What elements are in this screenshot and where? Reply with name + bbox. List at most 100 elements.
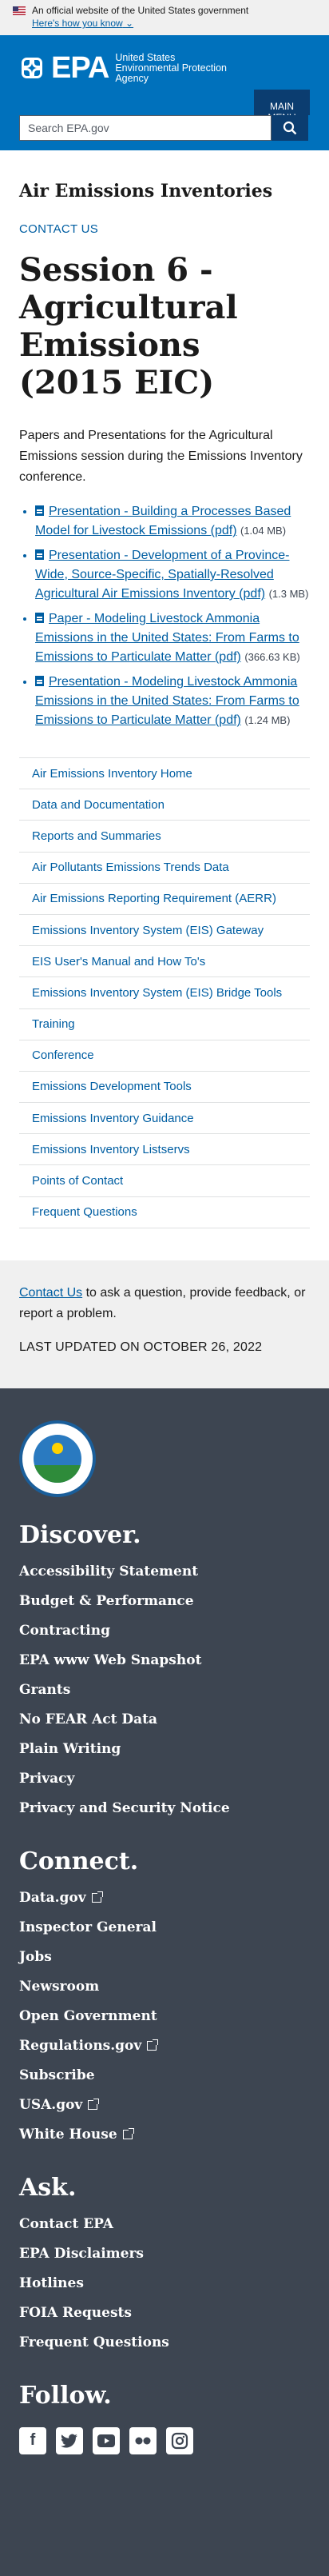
ask-list: Contact EPA EPA Disclaimers Hotlines FOI… bbox=[19, 2210, 310, 2358]
footer-link[interactable]: Contracting bbox=[19, 1616, 310, 1646]
sidenav-link[interactable]: Reports and Summaries bbox=[32, 829, 161, 843]
sidenav-item-dev-tools[interactable]: Emissions Development Tools bbox=[19, 1070, 310, 1102]
last-updated: LAST UPDATED ON OCTOBER 26, 2022 bbox=[19, 1340, 263, 1354]
epa-seal-logo[interactable] bbox=[19, 1420, 96, 1497]
side-navigation: Air Emissions Inventory Home Data and Do… bbox=[19, 757, 310, 1228]
page-title: Session 6 - Agricultural Emissions (2015… bbox=[19, 251, 238, 401]
facebook-icon[interactable]: f bbox=[19, 2426, 46, 2454]
youtube-icon[interactable] bbox=[93, 2426, 120, 2454]
sidenav-link[interactable]: Air Emissions Inventory Home bbox=[32, 767, 192, 781]
footer-link[interactable]: EPA www Web Snapshot bbox=[19, 1646, 310, 1675]
sidenav-item-guidance[interactable]: Emissions Inventory Guidance bbox=[19, 1102, 310, 1133]
footer-link[interactable]: Inspector General bbox=[19, 1913, 310, 1943]
footer-link[interactable]: Subscribe bbox=[19, 2061, 310, 2091]
document-list: Presentation - Building a Processes Base… bbox=[19, 502, 310, 730]
pdf-file-icon bbox=[35, 549, 44, 560]
contact-text: Contact Us to ask a question, provide fe… bbox=[19, 1285, 306, 1320]
external-link-icon bbox=[91, 1891, 103, 1903]
site-title: Air Emissions Inventories bbox=[19, 181, 273, 202]
sidenav-item-listservs[interactable]: Emissions Inventory Listservs bbox=[19, 1133, 310, 1164]
pdf-file-icon bbox=[35, 505, 44, 516]
pdf-file-icon bbox=[35, 613, 44, 623]
footer-link[interactable]: No FEAR Act Data bbox=[19, 1705, 310, 1735]
footer-link[interactable]: White House bbox=[19, 2120, 310, 2150]
sidenav-item-data[interactable]: Data and Documentation bbox=[19, 789, 310, 820]
pdf-file-icon bbox=[35, 676, 44, 686]
sidenav-link[interactable]: Air Pollutants Emissions Trends Data bbox=[32, 861, 229, 874]
footer-link[interactable]: Privacy and Security Notice bbox=[19, 1794, 310, 1823]
sidenav-item-eis-gateway[interactable]: Emissions Inventory System (EIS) Gateway bbox=[19, 913, 310, 945]
footer-link[interactable]: Regulations.gov bbox=[19, 2031, 310, 2061]
follow-heading: Follow. bbox=[19, 2381, 112, 2410]
epa-flower-icon bbox=[19, 55, 46, 82]
sidenav-link[interactable]: Emissions Inventory System (EIS) Gateway bbox=[32, 924, 264, 937]
sidenav-item-trends[interactable]: Air Pollutants Emissions Trends Data bbox=[19, 851, 310, 883]
gov-banner: An official website of the United States… bbox=[0, 0, 329, 35]
discover-heading: Discover. bbox=[19, 1520, 141, 1549]
footer-link[interactable]: Privacy bbox=[19, 1764, 310, 1794]
footer-link[interactable]: Plain Writing bbox=[19, 1735, 310, 1764]
twitter-icon[interactable] bbox=[56, 2426, 83, 2454]
external-link-icon bbox=[122, 2128, 134, 2140]
sidenav-item-reports[interactable]: Reports and Summaries bbox=[19, 820, 310, 851]
social-links: f bbox=[19, 2426, 310, 2454]
sidenav-item-contacts[interactable]: Points of Contact bbox=[19, 1164, 310, 1196]
search-input[interactable] bbox=[19, 115, 272, 141]
sidenav-item-conference[interactable]: Conference bbox=[19, 1039, 310, 1071]
document-link[interactable]: Presentation - Development of a Province… bbox=[35, 549, 289, 601]
intro-text: Papers and Presentations for the Agricul… bbox=[19, 429, 303, 484]
search-button[interactable] bbox=[272, 115, 308, 141]
footer-link[interactable]: Grants bbox=[19, 1675, 310, 1705]
document-item: Paper - Modeling Livestock Ammonia Emiss… bbox=[35, 609, 310, 667]
sidenav-link[interactable]: Emissions Inventory Guidance bbox=[32, 1112, 194, 1125]
sidenav-link[interactable]: Conference bbox=[32, 1048, 94, 1062]
sidenav-link[interactable]: Emissions Inventory System (EIS) Bridge … bbox=[32, 986, 282, 1000]
instagram-icon[interactable] bbox=[166, 2426, 193, 2454]
chevron-down-icon: ⌄ bbox=[125, 18, 134, 29]
search-form bbox=[19, 115, 308, 141]
sidenav-item-eis-manual[interactable]: EIS User's Manual and How To's bbox=[19, 945, 310, 976]
sidenav-link[interactable]: Emissions Inventory Listservs bbox=[32, 1143, 190, 1156]
footer-link[interactable]: EPA Disclaimers bbox=[19, 2239, 310, 2269]
footer-link[interactable]: Newsroom bbox=[19, 1972, 310, 2002]
footer-link[interactable]: Frequent Questions bbox=[19, 2328, 310, 2358]
sidenav-item-bridge-tools[interactable]: Emissions Inventory System (EIS) Bridge … bbox=[19, 976, 310, 1008]
file-size: (1.3 MB) bbox=[268, 588, 309, 600]
footer-link[interactable]: Budget & Performance bbox=[19, 1587, 310, 1616]
file-size: (366.63 KB) bbox=[244, 651, 300, 663]
epa-logo[interactable]: EPA United States Environmental Protecti… bbox=[19, 51, 310, 86]
main-content: Air Emissions Inventories CONTACT US Ses… bbox=[0, 181, 329, 1228]
epa-logo-text: EPA bbox=[51, 51, 109, 85]
sidenav-link[interactable]: Training bbox=[32, 1017, 75, 1031]
sidenav-link[interactable]: Air Emissions Reporting Requirement (AER… bbox=[32, 892, 276, 905]
sidenav-link[interactable]: Points of Contact bbox=[32, 1174, 123, 1188]
sidenav-link[interactable]: Frequent Questions bbox=[32, 1205, 137, 1219]
sidenav-link[interactable]: Emissions Development Tools bbox=[32, 1080, 192, 1093]
flickr-icon[interactable] bbox=[129, 2426, 157, 2454]
site-footer: Discover. Accessibility Statement Budget… bbox=[0, 1388, 329, 2576]
discover-list: Accessibility Statement Budget & Perform… bbox=[19, 1557, 310, 1823]
sidenav-item-training[interactable]: Training bbox=[19, 1008, 310, 1040]
footer-link[interactable]: Hotlines bbox=[19, 2269, 310, 2298]
us-flag-icon bbox=[13, 6, 26, 15]
footer-link[interactable]: Contact EPA bbox=[19, 2210, 310, 2239]
footer-link[interactable]: Accessibility Statement bbox=[19, 1557, 310, 1587]
ask-heading: Ask. bbox=[19, 2173, 77, 2202]
sidenav-item-faq[interactable]: Frequent Questions bbox=[19, 1196, 310, 1228]
footer-link[interactable]: Open Government bbox=[19, 2002, 310, 2031]
footer-link[interactable]: FOIA Requests bbox=[19, 2298, 310, 2328]
search-icon bbox=[283, 121, 297, 135]
footer-link[interactable]: USA.gov bbox=[19, 2091, 310, 2120]
sidenav-item-aerr[interactable]: Air Emissions Reporting Requirement (AER… bbox=[19, 882, 310, 914]
contact-us-footer-link[interactable]: Contact Us bbox=[19, 1286, 82, 1300]
heres-how-you-know-link[interactable]: Here's how you know ⌄ bbox=[32, 18, 133, 29]
footer-link[interactable]: Data.gov bbox=[19, 1883, 310, 1913]
external-link-icon bbox=[147, 2039, 159, 2051]
sidenav-link[interactable]: Data and Documentation bbox=[32, 798, 164, 812]
sidenav-item-home[interactable]: Air Emissions Inventory Home bbox=[19, 757, 310, 789]
connect-heading: Connect. bbox=[19, 1847, 139, 1875]
footer-link[interactable]: Jobs bbox=[19, 1943, 310, 1972]
contact-us-link[interactable]: CONTACT US bbox=[19, 222, 98, 236]
sidenav-link[interactable]: EIS User's Manual and How To's bbox=[32, 955, 205, 968]
file-size: (1.04 MB) bbox=[240, 525, 287, 537]
